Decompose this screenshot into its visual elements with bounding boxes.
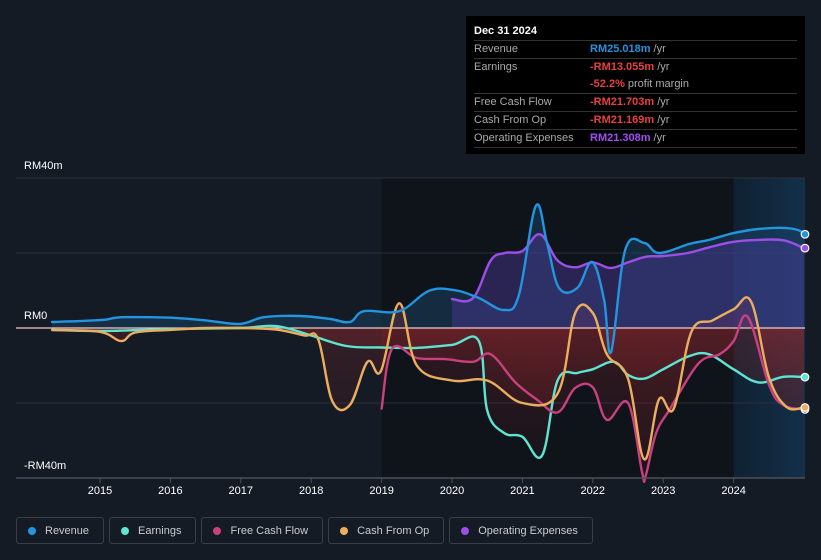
x-tick-label: 2020 xyxy=(439,485,465,497)
tooltip-value: RM21.308m xyxy=(590,132,651,144)
tooltip-row-cfo: Cash From Op -RM21.169m /yr xyxy=(474,112,797,130)
tooltip-row-margin: -52.2% profit margin xyxy=(474,76,797,94)
tooltip-unit: /yr xyxy=(657,96,670,108)
tooltip-row-fcf: Free Cash Flow -RM21.703m /yr xyxy=(474,94,797,112)
tooltip-value: -52.2% xyxy=(590,78,625,90)
tooltip-label: Revenue xyxy=(474,43,519,55)
tooltip-label: Operating Expenses xyxy=(474,132,574,144)
x-tick-label: 2017 xyxy=(228,485,254,497)
legend-item-free-cash-flow[interactable]: Free Cash Flow xyxy=(201,517,324,544)
tooltip-unit: profit margin xyxy=(627,78,689,90)
cash-from-op-dot-icon xyxy=(340,526,349,535)
x-tick-label: 2015 xyxy=(87,485,113,497)
x-tick-label: 2018 xyxy=(298,485,324,497)
tooltip: Dec 31 2024 Revenue RM25.018m /yr Earnin… xyxy=(466,16,805,154)
tooltip-value: -RM21.703m xyxy=(590,96,655,108)
tooltip-date: Dec 31 2024 xyxy=(474,22,797,41)
tooltip-label: Earnings xyxy=(474,61,518,73)
tooltip-unit: /yr xyxy=(653,43,666,55)
x-tick-label: 2023 xyxy=(650,485,676,497)
legend-item-operating-expenses[interactable]: Operating Expenses xyxy=(449,517,593,544)
end-marker-earnings xyxy=(800,372,810,382)
tooltip-label: Cash From Op xyxy=(474,114,547,126)
end-marker-cash-from-op xyxy=(800,403,810,412)
end-marker-operating-expenses xyxy=(800,243,810,253)
legend-label: Operating Expenses xyxy=(478,524,578,537)
free-cash-flow-dot-icon xyxy=(213,526,222,535)
x-tick-label: 2024 xyxy=(721,485,746,497)
tooltip-value: RM25.018m xyxy=(590,43,651,55)
y-tick-label: RM40m xyxy=(24,160,63,172)
legend-label: Free Cash Flow xyxy=(230,524,309,537)
tooltip-unit: /yr xyxy=(657,114,670,126)
tooltip-row-opex: Operating Expenses RM21.308m /yr xyxy=(474,130,797,148)
x-tick-label: 2019 xyxy=(369,485,394,497)
tooltip-value: -RM21.169m xyxy=(590,114,655,126)
x-tick-label: 2022 xyxy=(580,485,606,497)
legend-item-earnings[interactable]: Earnings xyxy=(109,517,197,544)
y-tick-label: RM0 xyxy=(24,310,48,322)
tooltip-row-earnings: Earnings -RM13.055m /yr xyxy=(474,59,797,76)
tooltip-unit: /yr xyxy=(653,132,666,144)
legend-label: Earnings xyxy=(138,524,182,537)
end-marker-revenue xyxy=(800,229,810,239)
tooltip-unit: /yr xyxy=(657,61,670,73)
x-tick-label: 2016 xyxy=(158,485,183,497)
tooltip-label: Free Cash Flow xyxy=(474,96,552,108)
tooltip-value: -RM13.055m xyxy=(590,61,655,73)
tooltip-label xyxy=(474,76,590,93)
legend-label: Cash From Op xyxy=(357,524,430,537)
earnings-dot-icon xyxy=(121,526,130,535)
operating-expenses-dot-icon xyxy=(461,526,470,535)
x-tick-label: 2021 xyxy=(510,485,535,497)
legend-item-cash-from-op[interactable]: Cash From Op xyxy=(328,517,445,544)
legend: Revenue Earnings Free Cash Flow Cash Fro… xyxy=(16,517,593,544)
legend-item-revenue[interactable]: Revenue xyxy=(16,517,105,544)
tooltip-row-revenue: Revenue RM25.018m /yr xyxy=(474,41,797,59)
y-tick-label: -RM40m xyxy=(24,460,67,472)
revenue-dot-icon xyxy=(28,526,36,535)
legend-label: Revenue xyxy=(45,524,90,537)
